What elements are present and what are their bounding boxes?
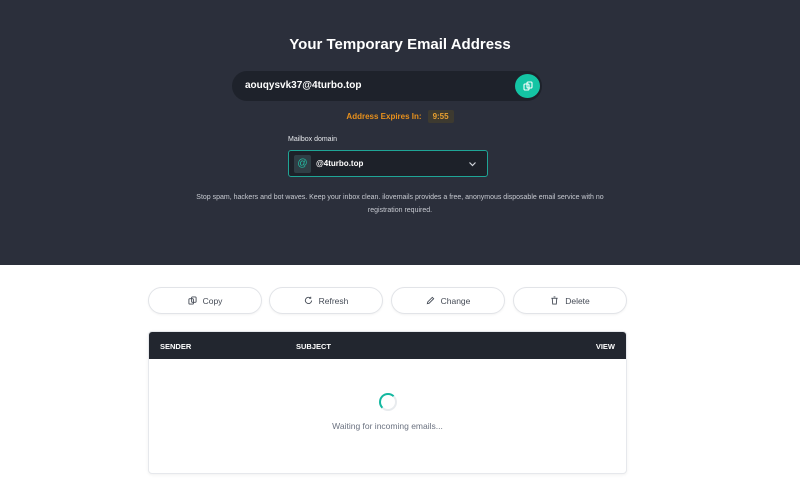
refresh-button[interactable]: Refresh — [269, 287, 383, 314]
email-address-text[interactable]: aouqysvk37@4turbo.top — [245, 80, 361, 91]
expiry-row: Address Expires In: 9:55 — [0, 110, 800, 123]
refresh-button-label: Refresh — [318, 295, 349, 306]
change-button-label: Change — [440, 295, 471, 306]
inbox-table-header: SENDER SUBJECT VIEW — [149, 332, 626, 359]
empty-inbox-message: Waiting for incoming emails... — [332, 421, 443, 431]
change-button[interactable]: Change — [391, 287, 505, 314]
copy-address-button[interactable] — [515, 74, 540, 98]
sender-column-header: SENDER — [160, 342, 192, 351]
email-address-field[interactable]: aouqysvk37@4turbo.top — [232, 71, 542, 101]
expires-label: Address Expires In: — [346, 112, 422, 121]
page-title: Your Temporary Email Address — [289, 36, 511, 53]
delete-button-label: Delete — [565, 295, 590, 306]
hero-section: Your Temporary Email Address aouqysvk37@… — [0, 0, 800, 265]
action-bar: Copy Refresh Change Delete — [148, 287, 627, 314]
copy-button-label: Copy — [202, 295, 223, 306]
at-sign-icon: @ — [294, 155, 311, 173]
refresh-icon — [304, 296, 312, 304]
mailbox-domain-select[interactable]: @ @4turbo.top — [288, 150, 488, 177]
edit-icon — [426, 296, 434, 305]
chevron-down-icon — [469, 162, 476, 167]
tagline: Stop spam, hackers and bot waves. Keep y… — [196, 194, 604, 214]
copy-icon — [188, 296, 197, 305]
trash-icon — [551, 296, 558, 305]
expires-timer: 9:55 — [427, 110, 454, 123]
domain-value: @4turbo.top — [316, 159, 364, 168]
view-column-header: VIEW — [595, 342, 615, 351]
delete-button[interactable]: Delete — [513, 287, 627, 314]
inbox-table: SENDER SUBJECT VIEW Waiting for incoming… — [148, 331, 627, 474]
subject-column-header: SUBJECT — [296, 342, 332, 351]
loading-spinner-icon — [379, 393, 397, 411]
copy-icon — [522, 81, 533, 91]
mailbox-domain-label: Mailbox domain — [288, 136, 338, 143]
copy-button[interactable]: Copy — [148, 287, 262, 314]
